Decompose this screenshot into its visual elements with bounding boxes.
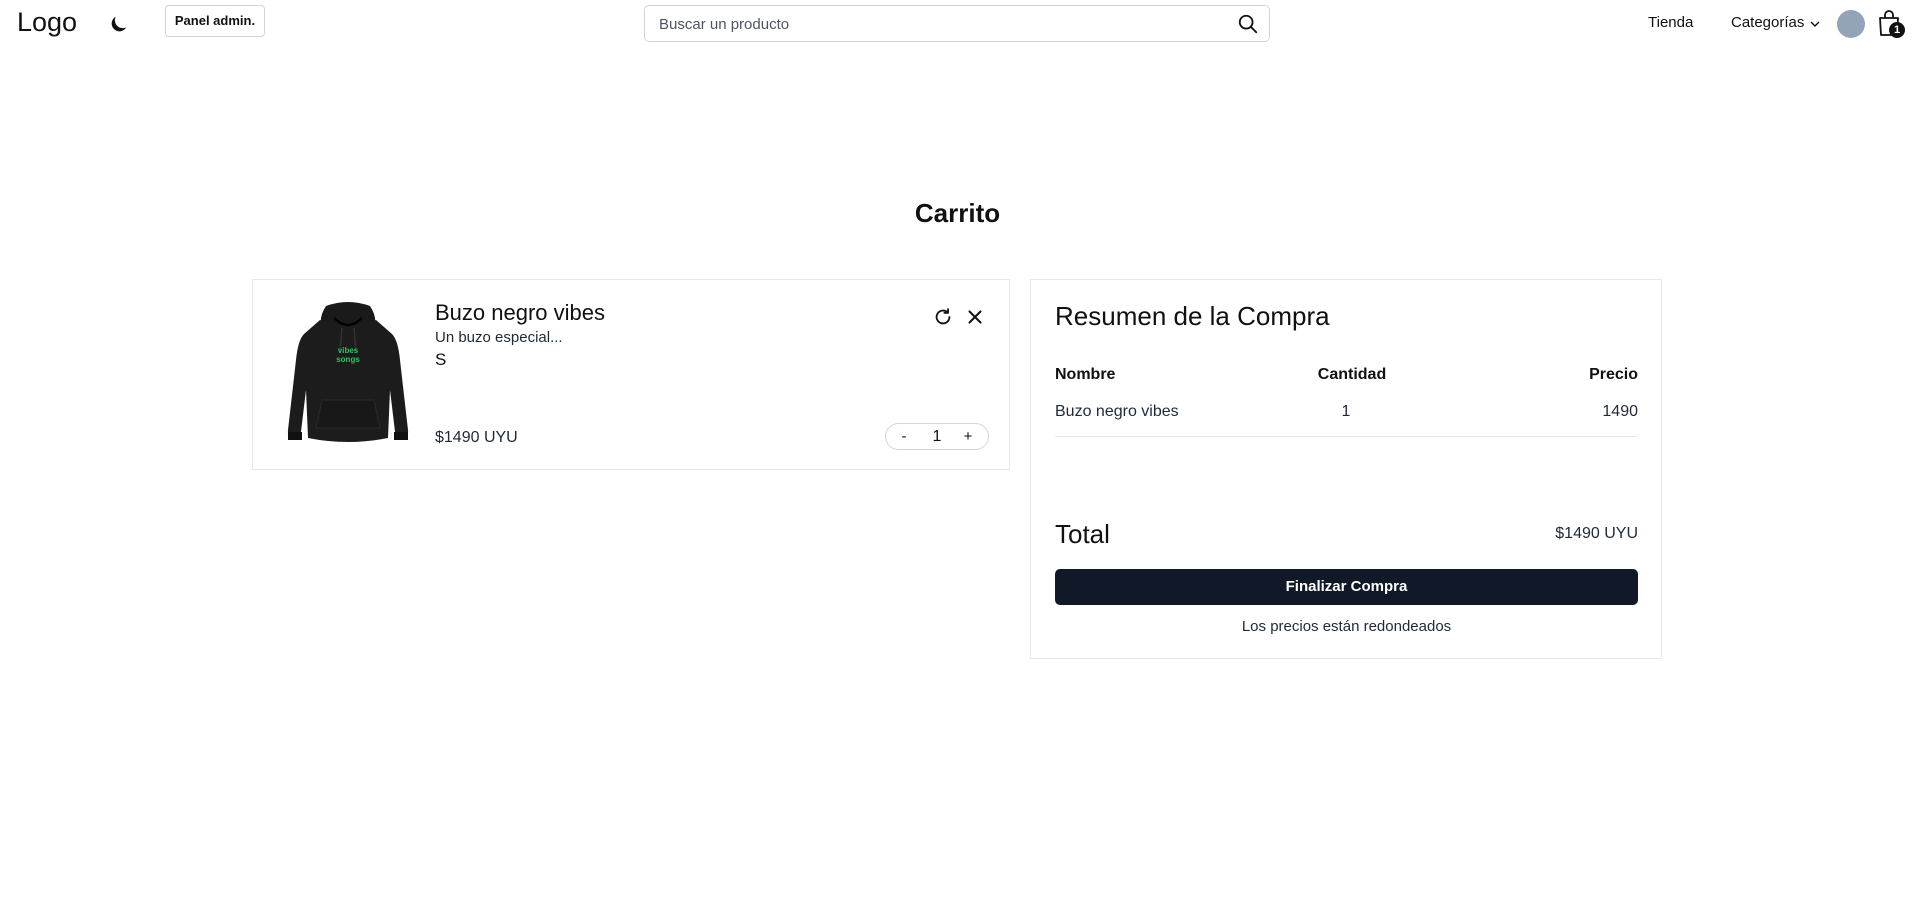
checkout-button[interactable]: Finalizar Compra bbox=[1055, 569, 1638, 605]
page-title: Carrito bbox=[914, 198, 1001, 228]
quantity-value: 1 bbox=[932, 428, 942, 445]
avatar[interactable] bbox=[1837, 10, 1865, 38]
summary-header-name: Nombre bbox=[1055, 366, 1116, 383]
nav-link-tienda[interactable]: Tienda bbox=[1648, 12, 1693, 34]
summary-row-qty: 1 bbox=[1341, 403, 1351, 420]
summary-divider bbox=[1055, 436, 1638, 437]
cart-item-size: S bbox=[435, 350, 447, 369]
rounding-note: Los precios están redondeados bbox=[1241, 618, 1452, 635]
hoodie-print-line2: songs bbox=[336, 355, 360, 364]
cart-count-badge: 1 bbox=[1889, 22, 1905, 38]
nav-dropdown-categorias[interactable]: Categorías bbox=[1731, 12, 1804, 34]
search-bar bbox=[644, 5, 1270, 43]
summary-header-price: Precio bbox=[1589, 366, 1638, 383]
cart-item-description: Un buzo especial... bbox=[435, 329, 563, 346]
search-input[interactable] bbox=[657, 6, 1221, 43]
moon-icon[interactable] bbox=[108, 13, 130, 35]
search-icon[interactable] bbox=[1237, 13, 1259, 35]
quantity-decrease-button[interactable]: - bbox=[896, 424, 912, 449]
cart-item-name[interactable]: Buzo negro vibes bbox=[435, 299, 605, 327]
summary-title: Resumen de la Compra bbox=[1055, 301, 1330, 331]
summary-row-name: Buzo negro vibes bbox=[1055, 403, 1179, 420]
cart-item-price: $1490 UYU bbox=[435, 429, 518, 446]
hoodie-print-line1: vibes bbox=[338, 346, 359, 355]
summary-row-price: 1490 bbox=[1602, 403, 1638, 420]
quantity-increase-button[interactable]: + bbox=[960, 424, 976, 449]
refresh-icon[interactable] bbox=[932, 306, 954, 328]
close-icon[interactable] bbox=[964, 306, 986, 328]
logo[interactable]: Logo bbox=[17, 5, 77, 39]
product-image[interactable]: vibes songs bbox=[280, 300, 416, 448]
total-label: Total bbox=[1055, 519, 1110, 549]
chevron-down-icon[interactable] bbox=[1810, 20, 1820, 28]
admin-panel-button[interactable]: Panel admin. bbox=[165, 5, 265, 37]
quantity-stepper: - 1 + bbox=[885, 423, 989, 450]
total-value: $1490 UYU bbox=[1555, 525, 1638, 542]
summary-header-qty: Cantidad bbox=[1317, 366, 1387, 383]
